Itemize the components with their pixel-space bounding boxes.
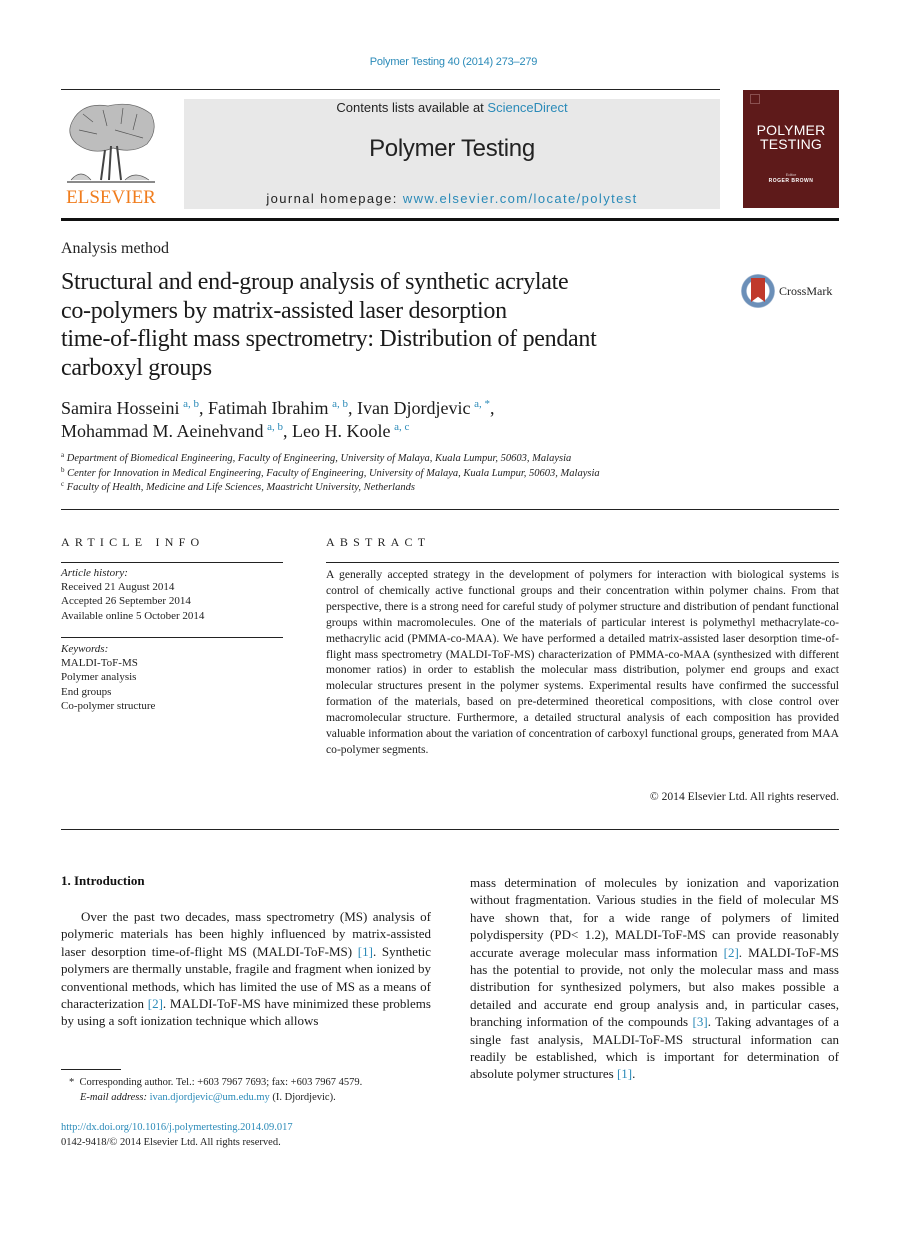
- cover-editor-label: Editor: [785, 172, 797, 177]
- author-line: Mohammad M. Aeinehvand a, b, Leo H. Kool…: [61, 420, 761, 443]
- affiliation-list: a Department of Biomedical Engineering, …: [61, 452, 821, 496]
- section-rule: [61, 509, 839, 510]
- journal-title: Polymer Testing: [369, 135, 535, 162]
- affiliation-key: b: [61, 465, 65, 474]
- reference-link[interactable]: [1]: [617, 1066, 632, 1081]
- author-affiliation-link[interactable]: a, b: [332, 398, 348, 410]
- journal-banner: Contents lists available at ScienceDirec…: [184, 99, 720, 209]
- author-name[interactable]: Fatimah Ibrahim: [208, 398, 328, 418]
- footnote-marker: *: [69, 1077, 75, 1088]
- reference-link[interactable]: [1]: [358, 944, 373, 959]
- title-line: co-polymers by matrix-assisted laser des…: [61, 297, 507, 324]
- body-text: .: [632, 1066, 636, 1082]
- elsevier-wordmark: ELSEVIER: [66, 187, 156, 208]
- body-column-right: mass determination of molecules by ioniz…: [470, 874, 839, 1083]
- author-name[interactable]: Mohammad M. Aeinehvand: [61, 421, 263, 441]
- email-label: E-mail address:: [80, 1092, 147, 1103]
- keywords: Keywords: MALDI-ToF-MS Polymer analysis …: [61, 642, 283, 713]
- affiliation-text: Department of Biomedical Engineering, Fa…: [66, 453, 572, 464]
- author-separator: ,: [347, 398, 357, 418]
- contents-prefix: Contents lists available at: [336, 100, 488, 115]
- abstract-copyright: © 2014 Elsevier Ltd. All rights reserved…: [649, 790, 839, 803]
- cover-editor-name: ROGER BROWN: [768, 178, 814, 184]
- journal-citation[interactable]: Polymer Testing 40 (2014) 273–279: [0, 56, 907, 68]
- keywords-rule: [61, 637, 283, 638]
- sciencedirect-link[interactable]: ScienceDirect: [487, 100, 567, 115]
- article-history: Article history: Received 21 August 2014…: [61, 566, 283, 623]
- keyword-item: Co-polymer structure: [61, 699, 156, 712]
- keyword-item: MALDI-ToF-MS: [61, 657, 138, 670]
- abstract-rule: [326, 562, 839, 563]
- author-separator: ,: [489, 398, 495, 418]
- keywords-label: Keywords:: [61, 643, 109, 655]
- title-line: Structural and end-group analysis of syn…: [61, 269, 569, 295]
- affiliation-item: b Center for Innovation in Medical Engin…: [61, 465, 821, 482]
- affiliation-text: Faculty of Health, Medicine and Life Sci…: [66, 482, 415, 493]
- elsevier-logo[interactable]: ELSEVIER: [61, 100, 161, 208]
- affiliation-item: a Department of Biomedical Engineering, …: [61, 452, 821, 467]
- email-link[interactable]: ivan.djordjevic@um.edu.my: [150, 1092, 270, 1103]
- title-line: time-of-flight mass spectrometry: Distri…: [61, 326, 597, 352]
- author-list: Samira Hosseini a, b, Fatimah Ibrahim a,…: [61, 397, 761, 443]
- author-separator: ,: [282, 421, 292, 441]
- email-suffix: (I. Djordjevic).: [269, 1092, 336, 1103]
- header-thick-rule: [61, 218, 839, 221]
- reference-link[interactable]: [2]: [148, 996, 163, 1011]
- author-line: Samira Hosseini a, b, Fatimah Ibrahim a,…: [61, 397, 761, 420]
- cover-elsevier-icon: [750, 94, 760, 104]
- history-item: Available online 5 October 2014: [61, 609, 205, 622]
- affiliation-key: c: [61, 480, 65, 488]
- author-separator: ,: [199, 398, 208, 418]
- title-line: carboxyl groups: [61, 354, 212, 381]
- contents-line: Contents lists available at ScienceDirec…: [184, 100, 720, 115]
- section-heading-introduction: 1. Introduction: [61, 873, 145, 888]
- affiliation-text: Center for Innovation in Medical Enginee…: [67, 467, 600, 479]
- cover-title-line2: TESTING: [759, 136, 823, 152]
- doi-block: http://dx.doi.org/10.1016/j.polymertesti…: [61, 1121, 293, 1150]
- author-name[interactable]: Ivan Djordjevic: [357, 398, 470, 418]
- issn-copyright: 0142-9418/© 2014 Elsevier Ltd. All right…: [61, 1136, 281, 1148]
- footnote-line: * Corresponding author. Tel.: +603 7967 …: [69, 1075, 449, 1090]
- crossmark-label: CrossMark: [779, 284, 833, 298]
- reference-link[interactable]: [3]: [693, 1014, 708, 1029]
- abstract-end-rule: [61, 829, 839, 830]
- article-history-label: Article history:: [61, 567, 128, 579]
- history-item: Accepted 26 September 2014: [61, 595, 191, 608]
- article-info-heading: ARTICLE INFO: [61, 535, 205, 549]
- header-rule: [61, 89, 720, 90]
- keyword-item: Polymer analysis: [61, 671, 137, 684]
- article-title: Structural and end-group analysis of syn…: [61, 268, 711, 382]
- elsevier-tree-icon: [67, 103, 155, 183]
- corresponding-author-footnote: * Corresponding author. Tel.: +603 7967 …: [69, 1075, 449, 1105]
- author-affiliation-link[interactable]: a, c: [394, 421, 409, 433]
- footnote-rule: [61, 1069, 121, 1070]
- keyword-item: End groups: [61, 685, 112, 698]
- cover-title: POLYMER TESTING: [743, 123, 839, 151]
- crossmark-button[interactable]: CrossMark: [741, 274, 841, 314]
- journal-homepage-link[interactable]: www.elsevier.com/locate/polytest: [403, 191, 638, 206]
- journal-homepage-line: journal homepage: www.elsevier.com/locat…: [184, 191, 720, 206]
- article-info-rule: [61, 562, 283, 563]
- homepage-prefix: journal homepage:: [266, 191, 403, 206]
- doi-link[interactable]: http://dx.doi.org/10.1016/j.polymertesti…: [61, 1122, 293, 1133]
- body-column-left: Over the past two decades, mass spectrom…: [61, 908, 431, 1030]
- author-affiliation-link[interactable]: a, b: [183, 398, 199, 410]
- journal-cover[interactable]: POLYMER TESTING Editor ROGER BROWN: [743, 90, 839, 208]
- footnote-email-line: E-mail address: ivan.djordjevic@um.edu.m…: [69, 1090, 449, 1105]
- author-name[interactable]: Samira Hosseini: [61, 398, 180, 418]
- cover-title-line1: POLYMER: [756, 122, 826, 138]
- abstract-text: A generally accepted strategy in the dev…: [326, 568, 839, 756]
- reference-link[interactable]: [2]: [724, 945, 739, 960]
- abstract-heading: ABSTRACT: [326, 535, 431, 549]
- affiliation-key: a: [61, 451, 65, 459]
- author-name[interactable]: Leo H. Koole: [292, 421, 390, 441]
- author-affiliation-link[interactable]: a, *: [474, 398, 490, 410]
- history-item: Received 21 August 2014: [61, 581, 175, 594]
- author-affiliation-link[interactable]: a, b: [267, 421, 283, 433]
- affiliation-item: c Faculty of Health, Medicine and Life S…: [61, 481, 821, 496]
- footnote-corresponding: Corresponding author. Tel.: +603 7967 76…: [79, 1077, 363, 1088]
- article-type: Analysis method: [61, 240, 169, 257]
